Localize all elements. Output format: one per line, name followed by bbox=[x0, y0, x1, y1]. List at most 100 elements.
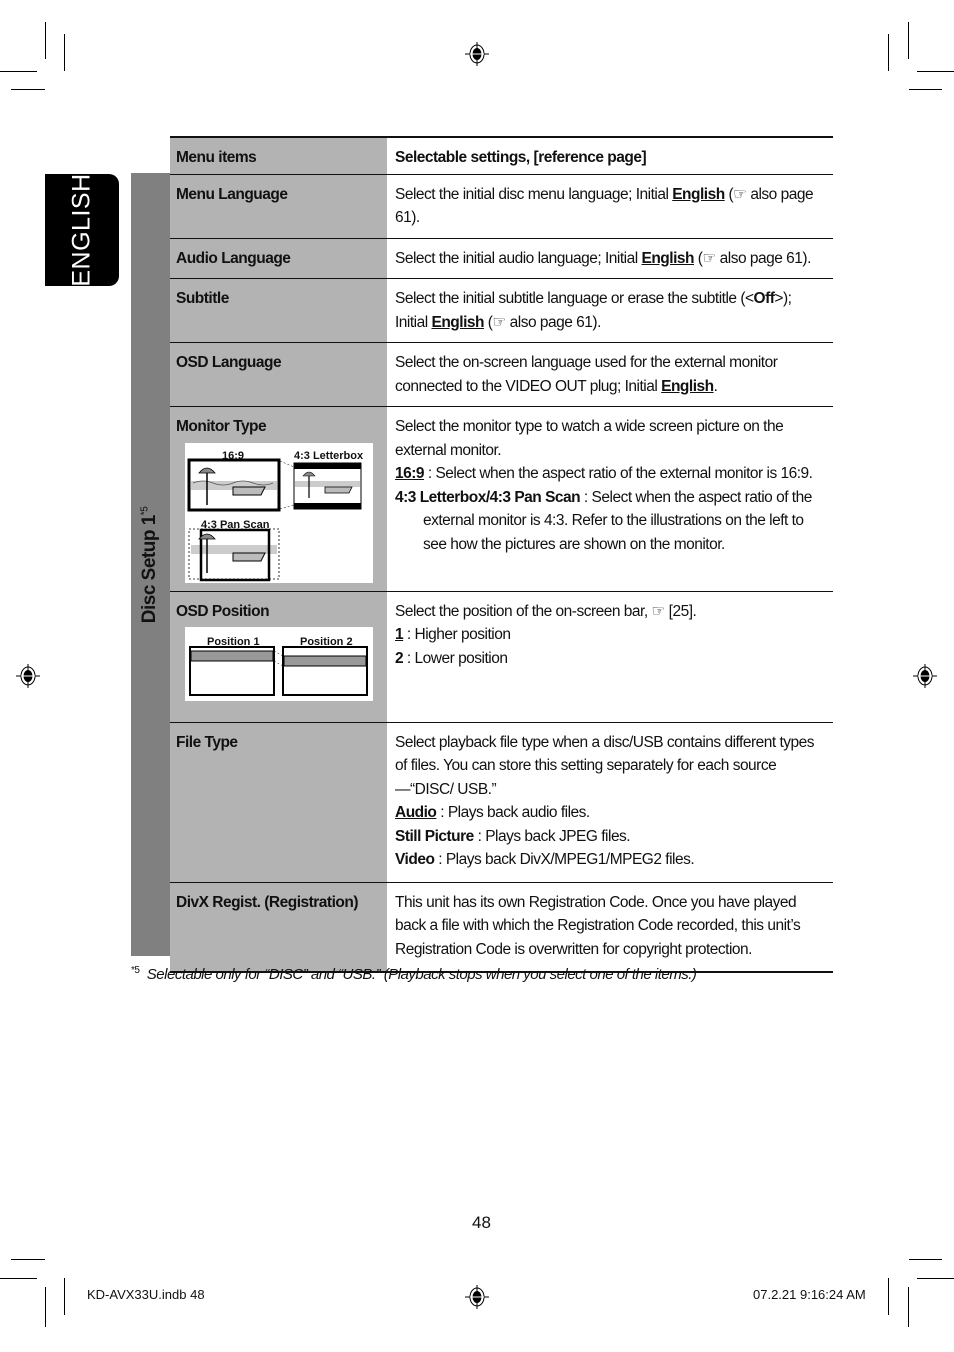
crop-mark bbox=[909, 1259, 942, 1260]
footnote-text: Selectable only for “DISC” and “USB.” (P… bbox=[146, 966, 697, 983]
section-label: Disc Setup 1*5 bbox=[139, 507, 161, 624]
option-text: : Plays back audio files. bbox=[436, 804, 590, 821]
option-line: 1 : Higher position bbox=[395, 623, 827, 647]
option-line: Video : Plays back DivX/MPEG1/MPEG2 file… bbox=[395, 848, 827, 872]
registration-mark-icon bbox=[465, 42, 489, 66]
registration-mark-icon bbox=[465, 1285, 489, 1309]
desc-text: Select the on-screen language used for t… bbox=[395, 354, 778, 395]
language-tab: ENGLISH bbox=[45, 173, 119, 287]
desc-text: Select the position of the on-screen bar… bbox=[395, 602, 697, 620]
desc-text: (☞ also page 61). bbox=[693, 249, 812, 267]
option-key: 16:9 bbox=[395, 465, 425, 482]
menu-item-desc: This unit has its own Registration Code.… bbox=[387, 882, 833, 973]
footnote-marker: *5 bbox=[131, 965, 140, 976]
menu-item-label: OSD Language bbox=[170, 342, 387, 407]
menu-item-cell: Monitor Type 16:9 4:3 Letterbox 4:3 Pan … bbox=[170, 406, 387, 592]
page-number: 48 bbox=[472, 1213, 491, 1232]
table-row: DivX Regist. (Registration) This unit ha… bbox=[170, 882, 833, 973]
desc-text: Select the monitor type to watch a wide … bbox=[395, 418, 784, 459]
default-value: English bbox=[431, 313, 485, 331]
crop-mark bbox=[64, 34, 65, 71]
crop-mark bbox=[0, 71, 37, 72]
menu-item-label: File Type bbox=[170, 722, 387, 883]
menu-item-desc: Select the monitor type to watch a wide … bbox=[387, 406, 833, 592]
option-key: Video bbox=[395, 851, 435, 868]
desc-text: Select the initial audio language; Initi… bbox=[395, 249, 642, 267]
crop-mark bbox=[908, 1287, 909, 1327]
table-row: Subtitle Select the initial subtitle lan… bbox=[170, 278, 833, 343]
table-row: File Type Select playback file type when… bbox=[170, 722, 833, 883]
option-text: : Lower position bbox=[403, 649, 508, 667]
table-row: Monitor Type 16:9 4:3 Letterbox 4:3 Pan … bbox=[170, 406, 833, 592]
language-tab-label: ENGLISH bbox=[67, 173, 96, 287]
menu-item-label: Menu Language bbox=[170, 174, 387, 239]
off-value: Off bbox=[753, 290, 775, 307]
figure-label-letterbox: 4:3 Letterbox bbox=[294, 449, 364, 462]
table-row: OSD Language Select the on-screen langua… bbox=[170, 342, 833, 407]
option-line: Audio : Plays back audio files. bbox=[395, 801, 827, 825]
option-key: Audio bbox=[395, 804, 437, 821]
footnote: *5 Selectable only for “DISC” and “USB.”… bbox=[131, 965, 697, 983]
section-label-text: Disc Setup 1 bbox=[139, 515, 160, 624]
desc-text: Select the initial disc menu language; I… bbox=[395, 185, 673, 203]
default-value: English bbox=[641, 249, 695, 267]
table-row: OSD Position Position 1 Position 2 Selec… bbox=[170, 591, 833, 723]
osd-position-illustration: Position 1 Position 2 bbox=[185, 627, 373, 701]
footnote-ref: *5 bbox=[139, 506, 151, 516]
menu-item-label: Audio Language bbox=[170, 238, 387, 279]
monitor-type-illustration: 16:9 4:3 Letterbox 4:3 Pan Scan bbox=[185, 442, 373, 583]
menu-item-label: Monitor Type bbox=[176, 418, 267, 435]
option-key: 2 bbox=[395, 649, 404, 667]
option-line: 4:3 Letterbox/4:3 Pan Scan : Select when… bbox=[395, 486, 827, 557]
desc-text: Select the initial subtitle language or … bbox=[395, 290, 754, 307]
menu-item-desc: Select the initial audio language; Initi… bbox=[387, 238, 833, 279]
option-line: 16:9 : Select when the aspect ratio of t… bbox=[395, 462, 827, 486]
crop-mark bbox=[45, 1287, 46, 1327]
option-text: : Plays back JPEG files. bbox=[473, 827, 631, 845]
crop-mark bbox=[45, 22, 46, 59]
header-menu-items: Menu items bbox=[170, 136, 387, 175]
figure-label-16-9: 16:9 bbox=[222, 449, 245, 462]
figure-label-pan-scan: 4:3 Pan Scan bbox=[201, 518, 270, 531]
crop-mark bbox=[888, 1278, 889, 1315]
option-text: : Higher position bbox=[403, 626, 511, 643]
header-settings: Selectable settings, [reference page] bbox=[387, 136, 833, 175]
menu-item-desc: Select the position of the on-screen bar… bbox=[387, 591, 833, 723]
desc-text: Select playback file type when a disc/US… bbox=[395, 733, 815, 798]
crop-mark bbox=[888, 34, 889, 71]
default-value: English bbox=[672, 185, 725, 203]
menu-item-desc: Select the initial subtitle language or … bbox=[387, 278, 833, 343]
menu-item-label: Subtitle bbox=[170, 278, 387, 343]
menu-item-cell: OSD Position Position 1 Position 2 bbox=[170, 591, 387, 723]
crop-mark bbox=[64, 1278, 65, 1315]
figure-label-position-2: Position 2 bbox=[300, 636, 353, 648]
option-line: Still Picture : Plays back JPEG files. bbox=[395, 825, 827, 849]
table-row: Audio Language Select the initial audio … bbox=[170, 238, 833, 279]
crop-mark bbox=[11, 1259, 45, 1260]
desc-text: (☞ also page 61). bbox=[483, 313, 602, 331]
table-header-row: Menu items Selectable settings, [referen… bbox=[170, 136, 833, 175]
option-key: 1 bbox=[395, 626, 404, 643]
menu-item-desc: Select playback file type when a disc/US… bbox=[387, 722, 833, 883]
crop-mark bbox=[917, 1278, 954, 1279]
option-line: 2 : Lower position bbox=[395, 647, 827, 671]
menu-item-label: DivX Regist. (Registration) bbox=[170, 882, 387, 973]
crop-mark bbox=[11, 89, 45, 90]
table-row: Menu Language Select the initial disc me… bbox=[170, 174, 833, 239]
settings-table: Menu items Selectable settings, [referen… bbox=[170, 136, 833, 973]
option-text: : Plays back DivX/MPEG1/MPEG2 files. bbox=[434, 851, 695, 868]
option-key: Still Picture bbox=[395, 827, 474, 845]
crop-mark bbox=[908, 22, 909, 59]
slug-filename: KD-AVX33U.indb 48 bbox=[87, 1287, 205, 1302]
menu-item-desc: Select the on-screen language used for t… bbox=[387, 342, 833, 407]
crop-mark bbox=[917, 71, 954, 72]
registration-mark-icon bbox=[913, 664, 937, 688]
option-text: : Select when the aspect ratio of the ex… bbox=[424, 465, 813, 482]
crop-mark bbox=[909, 89, 942, 90]
crop-mark bbox=[0, 1278, 37, 1279]
slug-timestamp: 07.2.21 9:16:24 AM bbox=[753, 1287, 866, 1302]
option-key: 4:3 Letterbox/4:3 Pan Scan bbox=[395, 488, 581, 506]
desc-text: . bbox=[713, 377, 718, 395]
default-value: English bbox=[661, 377, 714, 395]
figure-label-position-1: Position 1 bbox=[207, 636, 260, 648]
